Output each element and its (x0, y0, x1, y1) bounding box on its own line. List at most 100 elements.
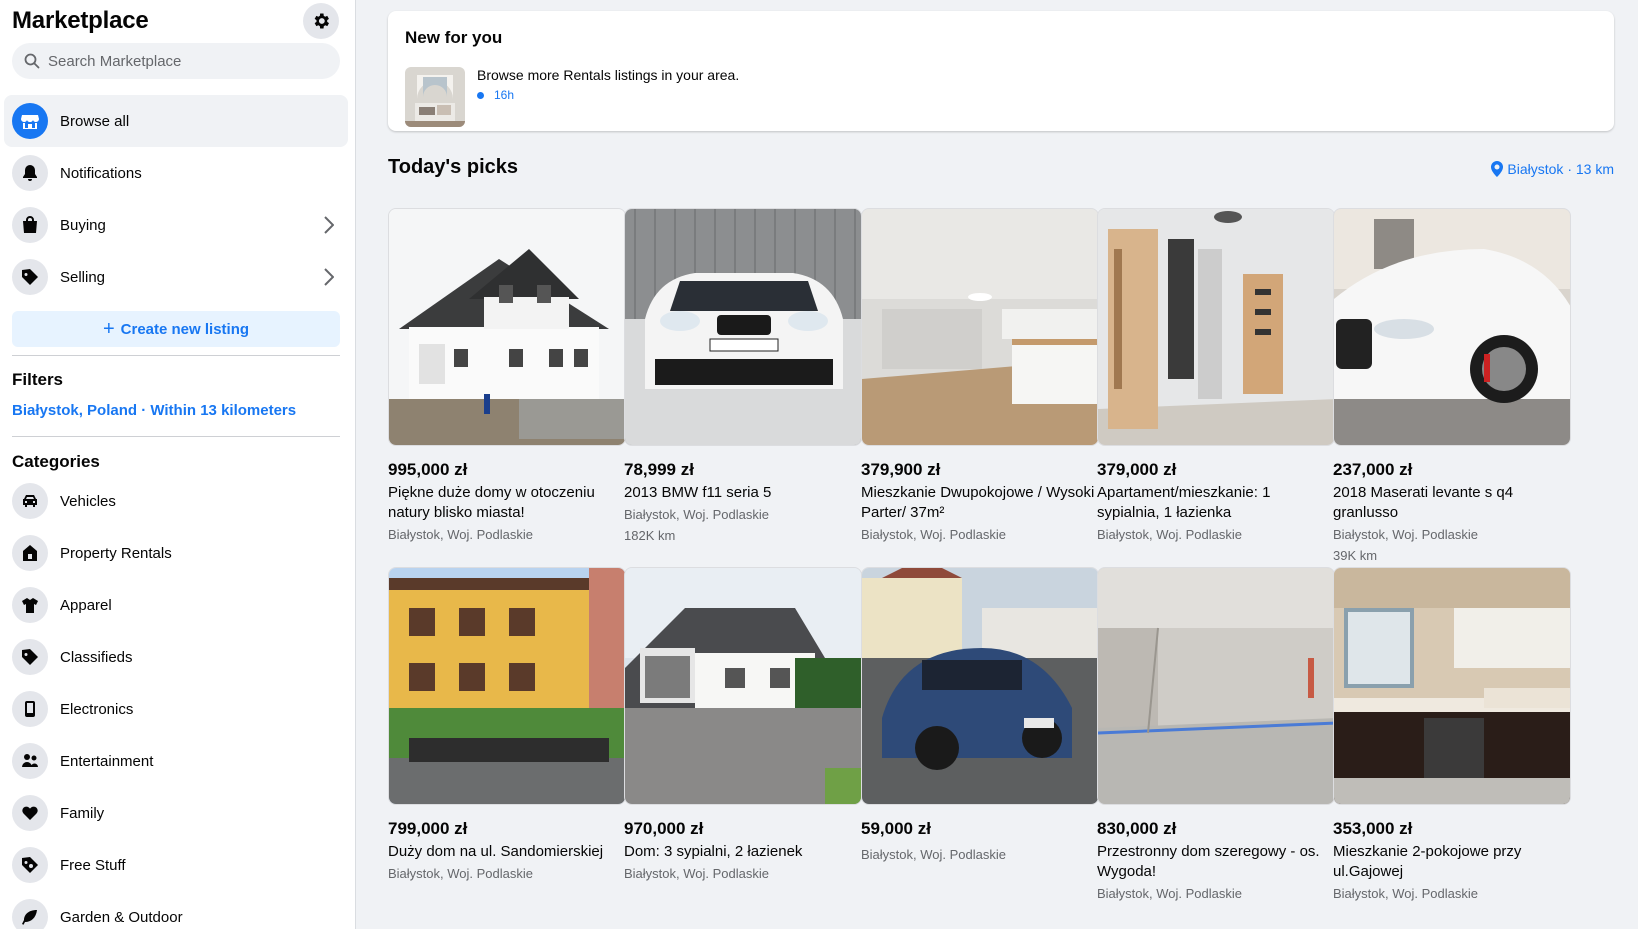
category-entertainment[interactable]: Entertainment (4, 735, 348, 787)
listing-title: 2013 BMW f11 seria 5 (624, 484, 772, 501)
listing-photo (1097, 208, 1335, 446)
gear-icon (314, 13, 329, 29)
sidebar-header: Marketplace (12, 3, 339, 39)
create-listing-label: Create new listing (120, 320, 250, 338)
new-for-you-text: Browse more Rentals listings in your are… (477, 67, 740, 83)
divider (12, 355, 340, 356)
main-content: New for you Browse more Rentals listings… (356, 0, 1638, 929)
shopping-bag-icon (12, 207, 48, 243)
location-filter-link[interactable]: Białystok, Poland · Within 13 kilometers (12, 402, 296, 419)
category-garden-outdoor[interactable]: Garden & Outdoor (4, 891, 348, 929)
rental-thumbnail (405, 67, 465, 127)
listing-price: 970,000 zł (624, 819, 704, 838)
categories-list: Vehicles Property Rentals Apparel Classi… (4, 475, 348, 929)
category-classifieds[interactable]: Classifieds (4, 631, 348, 683)
tag-icon (12, 259, 48, 295)
category-family[interactable]: Family (4, 787, 348, 839)
shirt-icon (12, 587, 48, 623)
tag-icon (12, 639, 48, 675)
category-label: Family (60, 804, 105, 822)
listing-card[interactable]: 970,000 zł Dom: 3 sypialni, 2 łazienek B… (624, 567, 862, 884)
category-electronics[interactable]: Electronics (4, 683, 348, 735)
free-tag-icon (12, 847, 48, 883)
listing-location: Białystok, Woj. Podlaskie (1333, 886, 1478, 901)
todays-picks-title: Today's picks (388, 156, 518, 178)
listing-title: Piękne duże domy w otoczeniu natury blis… (388, 484, 595, 521)
sidebar-item-browse-all[interactable]: Browse all (4, 95, 348, 147)
listing-location: Białystok, Woj. Podlaskie (861, 847, 1006, 862)
settings-button[interactable] (303, 3, 339, 39)
search-icon (24, 53, 40, 69)
listing-photo (1097, 567, 1335, 805)
plus-icon: + (102, 317, 115, 340)
listing-price: 379,900 zł (861, 460, 941, 479)
category-label: Free Stuff (60, 856, 126, 874)
listing-price: 59,000 zł (861, 819, 931, 838)
category-label: Apparel (60, 596, 112, 614)
listing-title: Mieszkanie 2-pokojowe przy ul.Gajowej (1333, 843, 1522, 880)
category-label: Vehicles (60, 492, 116, 510)
sidebar-item-buying[interactable]: Buying (4, 199, 348, 251)
listing-location: Białystok, Woj. Podlaskie (861, 527, 1006, 542)
category-property-rentals[interactable]: Property Rentals (4, 527, 348, 579)
listing-location: Białystok, Woj. Podlaskie (388, 866, 533, 881)
category-vehicles[interactable]: Vehicles (4, 475, 348, 527)
listing-card[interactable]: 379,900 zł Mieszkanie Dwupokojowe / Wyso… (861, 208, 1099, 545)
chevron-right-icon (324, 216, 334, 234)
listing-price: 237,000 zł (1333, 460, 1413, 479)
bell-icon (12, 155, 48, 191)
listing-card[interactable]: 353,000 zł Mieszkanie 2-pokojowe przy ul… (1333, 567, 1571, 904)
listing-mileage: 182K km (624, 528, 676, 543)
listing-photo (388, 208, 626, 446)
store-icon (12, 103, 48, 139)
listing-price: 353,000 zł (1333, 819, 1413, 838)
listing-price: 799,000 zł (388, 819, 468, 838)
location-link[interactable]: Białystok · 13 km (1491, 161, 1614, 177)
filters-title: Filters (12, 370, 64, 389)
category-label: Electronics (60, 700, 134, 718)
new-for-you-time: 16h (477, 88, 514, 102)
listing-photo (861, 567, 1099, 805)
listing-mileage: 39K km (1333, 548, 1378, 563)
category-label: Garden & Outdoor (60, 908, 183, 926)
time-label: 16h (494, 88, 515, 102)
search-bar[interactable] (12, 43, 340, 79)
listing-card[interactable]: 59,000 zł Białystok, Woj. Podlaskie (861, 567, 1099, 865)
listing-card[interactable]: 830,000 zł Przestronny dom szeregowy - o… (1097, 567, 1335, 904)
listing-location: Białystok, Woj. Podlaskie (624, 866, 769, 881)
sidebar-item-label: Notifications (60, 164, 142, 182)
listing-title: Duży dom na ul. Sandomierskiej (388, 843, 604, 860)
listing-card[interactable]: 78,999 zł 2013 BMW f11 seria 5 Białystok… (624, 208, 862, 546)
category-free-stuff[interactable]: Free Stuff (4, 839, 348, 891)
sidebar-item-selling[interactable]: Selling (4, 251, 348, 303)
category-apparel[interactable]: Apparel (4, 579, 348, 631)
listing-card[interactable]: 995,000 zł Piękne duże domy w otoczeniu … (388, 208, 626, 545)
phone-icon (12, 691, 48, 727)
sidebar-item-notifications[interactable]: Notifications (4, 147, 348, 199)
categories-title: Categories (12, 452, 100, 471)
divider (12, 436, 340, 437)
new-for-you-card[interactable]: New for you Browse more Rentals listings… (388, 11, 1614, 131)
location-label: Białystok · 13 km (1507, 161, 1614, 177)
category-label: Classifieds (60, 648, 133, 666)
house-icon (12, 535, 48, 571)
chevron-right-icon (324, 268, 334, 286)
category-label: Property Rentals (60, 544, 172, 562)
listing-card[interactable]: 799,000 zł Duży dom na ul. Sandomierskie… (388, 567, 626, 884)
listing-location: Białystok, Woj. Podlaskie (1097, 527, 1242, 542)
listing-card[interactable]: 379,000 zł Apartament/mieszkanie: 1 sypi… (1097, 208, 1335, 545)
listing-card[interactable]: 237,000 zł 2018 Maserati levante s q4 gr… (1333, 208, 1571, 566)
car-icon (12, 483, 48, 519)
listing-location: Białystok, Woj. Podlaskie (1097, 886, 1242, 901)
leaf-icon (12, 899, 48, 929)
listing-location: Białystok, Woj. Podlaskie (388, 527, 533, 542)
listing-price: 830,000 zł (1097, 819, 1177, 838)
create-listing-button[interactable]: + Create new listing (12, 311, 340, 347)
page-title: Marketplace (12, 7, 149, 34)
heart-icon (12, 795, 48, 831)
listing-photo (1333, 208, 1571, 446)
search-input[interactable] (48, 52, 318, 70)
listing-title: Przestronny dom szeregowy - os. Wygoda! (1097, 843, 1320, 880)
sidebar-nav: Browse all Notifications Buying Selling (4, 95, 348, 303)
sidebar-item-label: Browse all (60, 112, 130, 130)
